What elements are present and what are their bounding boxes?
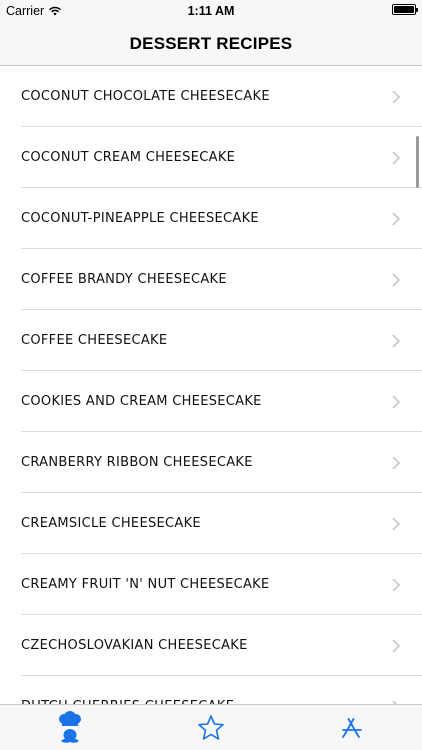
recipe-title: COCONUT CREAM CHEESECAKE <box>21 150 236 165</box>
list-item[interactable]: COOKIES AND CREAM CHEESECAKE <box>0 371 422 432</box>
list-item[interactable]: CREAMY FRUIT 'N' NUT CHEESECAKE <box>0 554 422 615</box>
chef-icon <box>59 710 82 743</box>
chevron-right-icon <box>392 638 400 653</box>
recipe-title: COFFEE CHEESECAKE <box>21 333 168 348</box>
chevron-right-icon <box>392 150 400 165</box>
scroll-indicator[interactable] <box>416 136 419 188</box>
tab-more-apps[interactable] <box>281 705 422 750</box>
list-item[interactable]: COFFEE BRANDY CHEESECAKE <box>0 249 422 310</box>
tab-favorites[interactable] <box>141 705 282 750</box>
recipe-list[interactable]: COCONUT CHOCOLATE CHEESECAKE COCONUT CREA… <box>0 66 422 704</box>
list-item[interactable]: COCONUT-PINEAPPLE CHEESECAKE <box>0 188 422 249</box>
page-title: DESSERT RECIPES <box>129 33 293 53</box>
chevron-right-icon <box>392 89 400 104</box>
tab-bar <box>0 704 422 750</box>
recipe-title: CRANBERRY RIBBON CHEESECAKE <box>21 455 253 470</box>
battery-indicator <box>392 4 418 15</box>
list-item[interactable]: COFFEE CHEESECAKE <box>0 310 422 371</box>
status-time: 1:11 AM <box>187 4 235 18</box>
list-item[interactable]: CREAMSICLE CHEESECAKE <box>0 493 422 554</box>
list-item[interactable]: COCONUT CREAM CHEESECAKE <box>0 127 422 188</box>
chevron-right-icon <box>392 211 400 226</box>
chevron-right-icon <box>392 516 400 531</box>
list-item[interactable]: CZECHOSLOVAKIAN CHEESECAKE <box>0 615 422 676</box>
recipe-title: COFFEE BRANDY CHEESECAKE <box>21 272 227 287</box>
tab-recipes[interactable] <box>0 705 141 750</box>
chevron-right-icon <box>392 272 400 287</box>
recipe-title: COCONUT CHOCOLATE CHEESECAKE <box>21 89 270 104</box>
navigation-bar: DESSERT RECIPES <box>0 22 422 66</box>
app-store-icon <box>341 717 362 738</box>
list-item[interactable]: COCONUT CHOCOLATE CHEESECAKE <box>0 66 422 127</box>
chevron-right-icon <box>392 394 400 409</box>
recipe-title: CREAMY FRUIT 'N' NUT CHEESECAKE <box>21 577 270 592</box>
recipe-title: CREAMSICLE CHEESECAKE <box>21 516 201 531</box>
battery-level <box>394 6 414 13</box>
battery-icon <box>392 4 418 15</box>
recipe-title: CZECHOSLOVAKIAN CHEESECAKE <box>21 638 248 653</box>
list-item[interactable]: CRANBERRY RIBBON CHEESECAKE <box>0 432 422 493</box>
recipe-title: COCONUT-PINEAPPLE CHEESECAKE <box>21 211 259 226</box>
list-item[interactable]: DUTCH CHERRIES CHEESECAKE <box>0 676 422 704</box>
recipe-title: COOKIES AND CREAM CHEESECAKE <box>21 394 262 409</box>
chevron-right-icon <box>392 455 400 470</box>
chevron-right-icon <box>392 577 400 592</box>
star-icon <box>198 715 224 740</box>
chevron-right-icon <box>392 333 400 348</box>
status-bar: Carrier 1:11 AM <box>0 0 422 22</box>
